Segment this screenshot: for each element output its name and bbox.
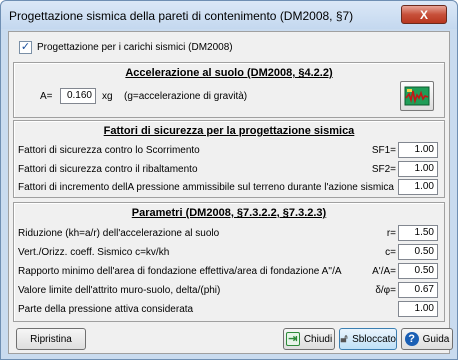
seismic-design-checkbox-row[interactable]: ✓ Progettazione per i carichi sismici (D… (19, 41, 233, 54)
close-button-label: Chiudi (303, 333, 333, 345)
param-label-5: Parte della pressione attiva considerata (18, 304, 194, 315)
a-label: A= (40, 91, 53, 102)
unlock-button-label: Sbloccato (352, 333, 396, 345)
question-mark-icon: ? (404, 332, 419, 346)
param-input-3[interactable]: 0.50 (398, 263, 438, 279)
exit-door-icon: ⇥ (285, 332, 300, 346)
acceleration-group: Accelerazione al suolo (DM2008, §4.2.2) … (13, 62, 445, 118)
dialog-window: Progettazione sismica della pareti di co… (0, 0, 458, 360)
safety-input-3[interactable]: 1.00 (398, 179, 438, 195)
reset-button[interactable]: Ripristina (16, 328, 86, 350)
safety-factors-group: Fattori di sicurezza per la progettazion… (13, 120, 445, 198)
window-close-button[interactable]: X (401, 5, 447, 24)
seismic-graph-icon (404, 86, 430, 106)
parameters-group: Parametri (DM2008, §7.3.2.2, §7.3.2.3) R… (13, 202, 445, 322)
param-symbol-4: δ/φ= (375, 285, 396, 296)
param-symbol-2: c= (385, 247, 396, 258)
a-input[interactable]: 0.160 (60, 88, 96, 104)
help-button-label: Guida (422, 333, 450, 345)
safety-input-1[interactable]: 1.00 (398, 142, 438, 158)
seismic-map-button[interactable] (400, 81, 434, 111)
safety-input-2[interactable]: 1.00 (398, 161, 438, 177)
seismic-design-checkbox-label: Progettazione per i carichi sismici (DM2… (37, 42, 233, 53)
param-label-2: Vert./Orizz. coeff. Sismico c=kv/kh (18, 247, 170, 258)
param-input-1[interactable]: 1.50 (398, 225, 438, 241)
safety-symbol-2: SF2= (371, 164, 396, 175)
a-note: (g=accelerazione di gravità) (124, 91, 248, 102)
dialog-body: ✓ Progettazione per i carichi sismici (D… (8, 31, 450, 354)
param-symbol-1: r= (386, 228, 396, 239)
acceleration-header: Accelerazione al suolo (DM2008, §4.2.2) (125, 67, 333, 79)
param-input-2[interactable]: 0.50 (398, 244, 438, 260)
close-x-icon: X (419, 7, 428, 22)
param-label-4: Valore limite dell'attrito muro-suolo, d… (18, 285, 221, 296)
reset-button-label: Ripristina (30, 333, 72, 345)
safety-symbol-1: SF1= (371, 145, 396, 156)
param-symbol-3: A'/A= (372, 266, 396, 277)
seismic-design-checkbox[interactable]: ✓ (19, 41, 32, 54)
unlock-button[interactable]: 🔓︎ Sbloccato (339, 328, 397, 350)
close-button[interactable]: ⇥ Chiudi (283, 328, 335, 350)
safety-label-2: Fattori di sicurezza contro il ribaltame… (18, 164, 198, 175)
safety-label-3: Fattori di incremento dellA pressione am… (18, 182, 394, 193)
safety-label-1: Fattori di sicurezza contro lo Scorrimen… (18, 145, 200, 156)
param-input-4[interactable]: 0.67 (398, 282, 438, 298)
parameters-header: Parametri (DM2008, §7.3.2.2, §7.3.2.3) (131, 207, 327, 219)
help-button[interactable]: ? Guida (401, 328, 453, 350)
param-label-1: Riduzione (kh=a/r) dell'accelerazione al… (18, 228, 220, 239)
param-label-3: Rapporto minimo dell'area di fondazione … (18, 266, 342, 277)
window-title: Progettazione sismica della pareti di co… (9, 9, 354, 23)
title-bar[interactable]: Progettazione sismica della pareti di co… (1, 1, 457, 29)
unlock-icon: 🔓︎ (340, 332, 348, 345)
a-unit: xg (102, 91, 113, 102)
safety-header: Fattori di sicurezza per la progettazion… (103, 125, 355, 137)
param-input-5[interactable]: 1.00 (398, 301, 438, 317)
